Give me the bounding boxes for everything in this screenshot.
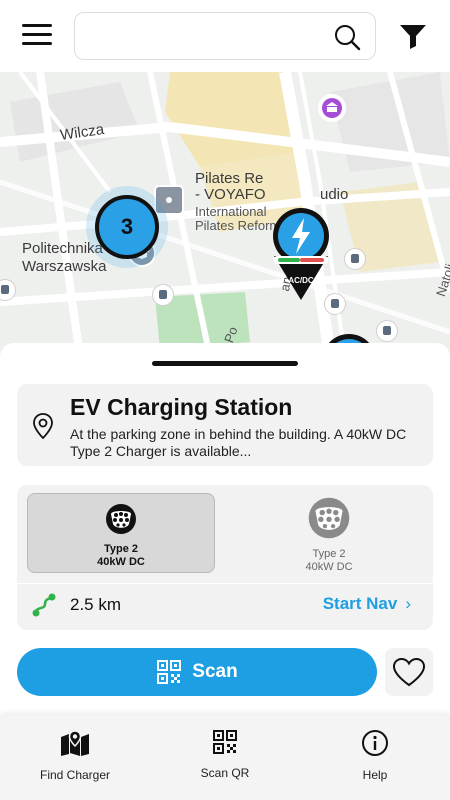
station-bottom-sheet: EV Charging Station At the parking zone … — [0, 343, 450, 715]
chevron-right-icon: › — [405, 594, 411, 613]
map-label-pilates-2: - VOYAFO — [195, 186, 266, 203]
route-icon — [32, 593, 56, 617]
tram-stop-icon[interactable] — [152, 284, 174, 306]
nav-help-label: Help — [362, 768, 388, 782]
location-pin-icon — [33, 413, 53, 440]
connector-divider — [17, 583, 433, 584]
sheet-drag-handle[interactable] — [152, 361, 298, 366]
scan-button[interactable]: Scan — [17, 648, 377, 696]
qr-code-icon-nav — [213, 730, 237, 754]
connector-option-1[interactable]: Type 2 40kW DC — [27, 493, 215, 573]
distance-value: 2.5 km — [70, 595, 122, 614]
type2-plug-icon — [106, 504, 136, 534]
bottom-navigation: Find Charger Scan QR Help — [0, 715, 450, 800]
qr-code-icon — [157, 660, 182, 684]
tram-stop-icon-4[interactable] — [344, 248, 366, 270]
charger-cluster-marker[interactable]: 3 — [95, 195, 159, 259]
search-icon[interactable] — [333, 23, 361, 51]
connector-type-label-2: Type 2 — [312, 548, 346, 560]
hamburger-menu-icon[interactable] — [22, 24, 52, 48]
scan-button-label: Scan — [192, 661, 238, 682]
start-nav-link[interactable]: Start Nav › — [323, 594, 411, 614]
nav-scan-qr[interactable]: Scan QR — [165, 729, 285, 780]
map-label-politechnika-2: Warszawska — [22, 258, 107, 275]
heart-icon — [392, 657, 426, 687]
type2-plug-icon-2 — [308, 497, 350, 539]
museum-poi-icon[interactable] — [318, 94, 346, 122]
search-bar[interactable] — [74, 12, 376, 60]
connector-power-label-2: 40kW DC — [305, 561, 353, 573]
nav-scan-qr-label: Scan QR — [200, 766, 250, 780]
lightning-bolt-icon — [273, 208, 329, 300]
start-nav-label: Start Nav — [322, 594, 398, 613]
charger-pin-marker[interactable]: AC/DC — [266, 208, 336, 308]
station-info-card: EV Charging Station At the parking zone … — [17, 384, 433, 466]
info-icon — [362, 730, 388, 756]
map-label-pilates-1: Pilates Re — [195, 170, 264, 187]
nav-find-charger-label: Find Charger — [39, 768, 111, 782]
favorite-button[interactable] — [385, 648, 433, 696]
station-description: At the parking zone in behind the buildi… — [70, 426, 407, 459]
map-label-pilates-1b: udio — [320, 186, 349, 203]
connector-power-label: 40kW DC — [97, 556, 145, 568]
station-title: EV Charging Station — [70, 394, 293, 420]
ac-dc-badge: AC/DC — [288, 276, 314, 285]
map-label-international-1: International — [195, 204, 267, 219]
connector-option-2[interactable]: Type 2 40kW DC — [235, 493, 423, 573]
search-input[interactable] — [87, 13, 327, 59]
nav-help[interactable]: Help — [315, 729, 435, 782]
nav-find-charger[interactable]: Find Charger — [15, 729, 135, 782]
map-marker-icon — [61, 730, 89, 756]
tram-stop-icon-6[interactable] — [376, 320, 398, 342]
map-view[interactable]: Wilcza Pilates Re udio - VOYAFO Internat… — [0, 72, 450, 357]
connector-type-label: Type 2 — [103, 543, 139, 555]
app-header — [0, 0, 450, 72]
filter-funnel-icon[interactable] — [398, 22, 428, 50]
connector-card: Type 2 40kW DC Type 2 40kW DC 2.5 km Sta… — [17, 485, 433, 630]
